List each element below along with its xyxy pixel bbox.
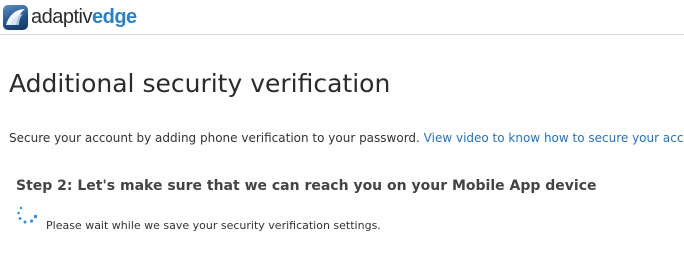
page-header: adaptivedge [0,0,684,35]
step-heading: Step 2: Let's make sure that we can reac… [16,178,597,194]
company-logo: adaptivedge [3,4,137,30]
loading-spinner-icon [16,205,42,231]
wait-message: Please wait while we save your security … [46,219,381,232]
page-title: Additional security verification [9,69,391,98]
view-video-link[interactable]: View video to know how to secure your ac… [424,131,684,145]
logo-wordmark: adaptivedge [31,6,137,28]
intro-text: Secure your account by adding phone veri… [9,130,684,146]
adaptivedge-logo-icon [3,4,28,30]
intro-description: Secure your account by adding phone veri… [9,131,424,145]
